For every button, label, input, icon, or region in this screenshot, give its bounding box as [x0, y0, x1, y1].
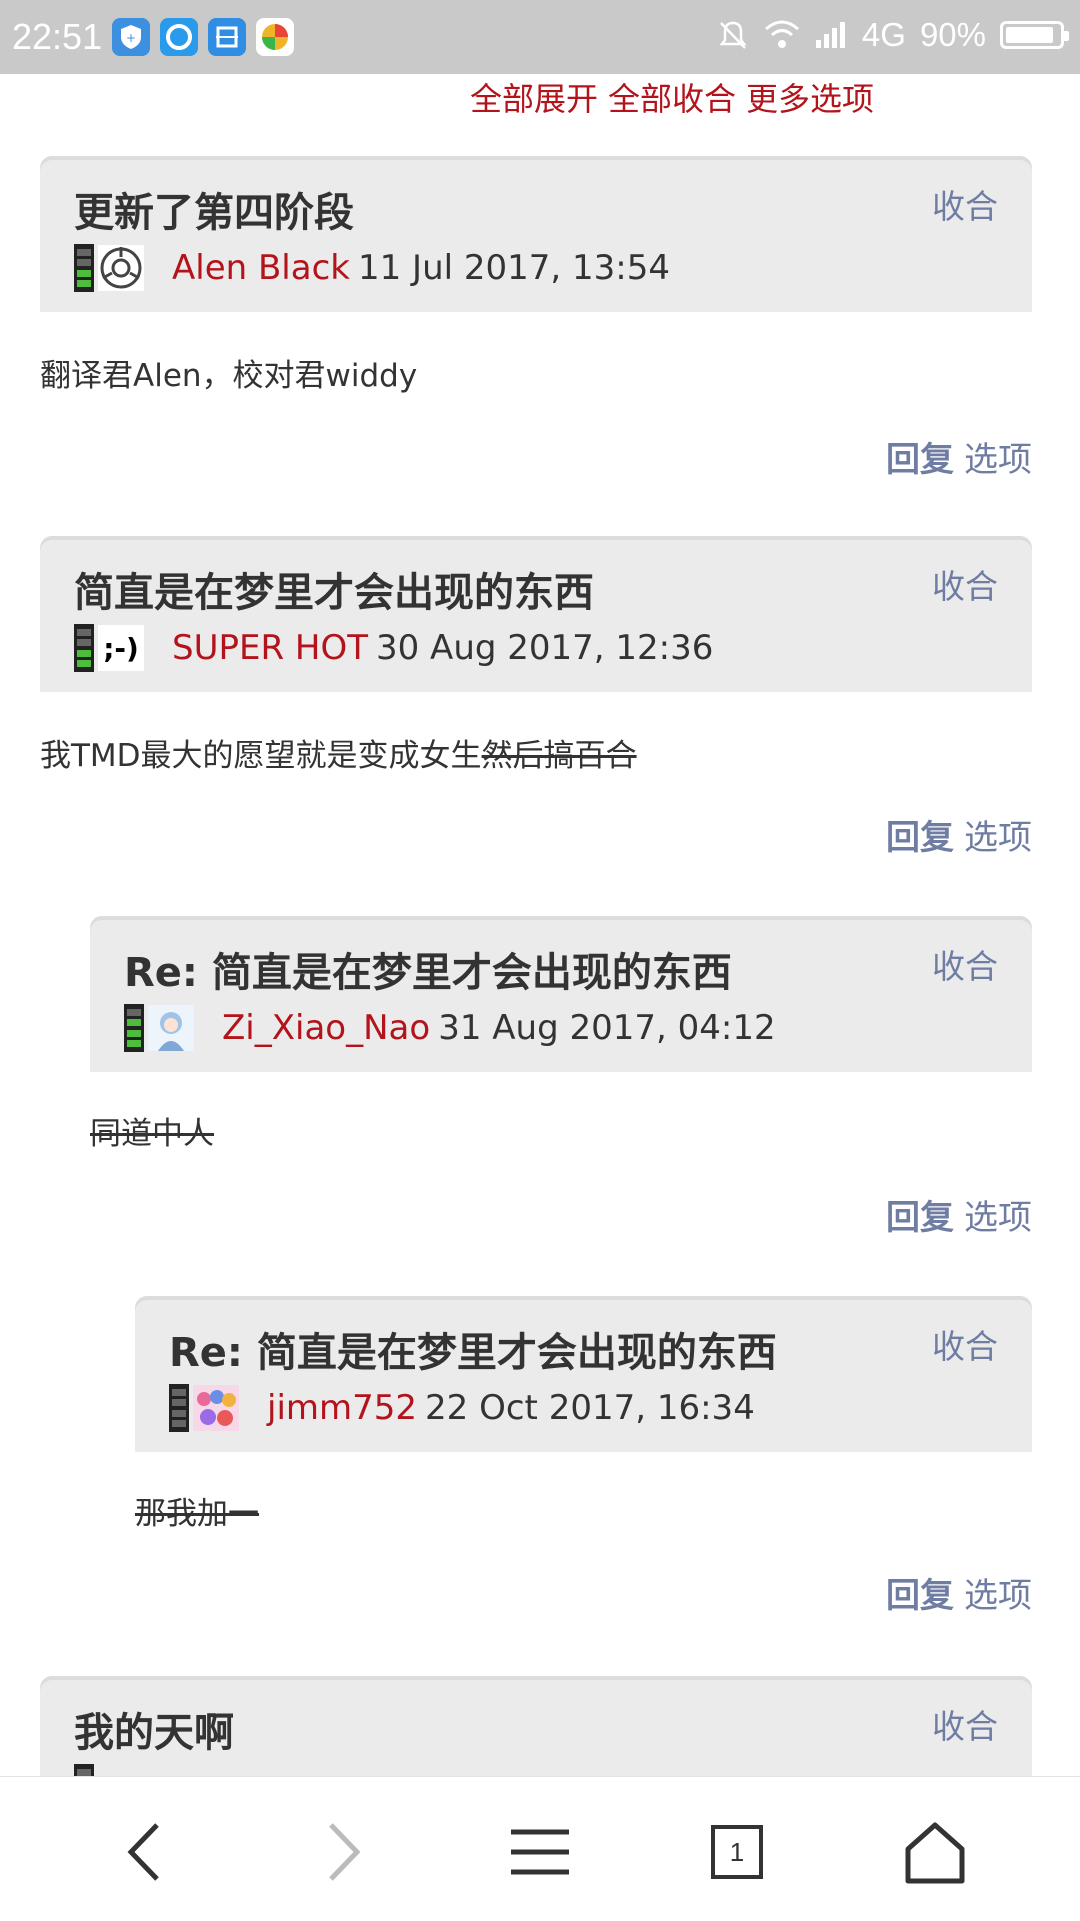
post-content: 我TMD最大的愿望就是变成女生然后搞百合 [40, 730, 637, 775]
post-actions: 回复 选项 [886, 1568, 1032, 1617]
options-button[interactable]: 选项 [964, 1576, 1032, 1616]
status-right: 4G 90% [716, 16, 1069, 54]
post-content: 那我加一 [135, 1488, 259, 1533]
post-header: 简直是在梦里才会出现的东西 收合 ;-) SUPER HOT 30 Aug 20… [40, 540, 1032, 692]
post-date: 30 Aug 2017, 12:36 [375, 628, 714, 668]
options-button[interactable]: 选项 [964, 440, 1032, 480]
back-arrow-icon[interactable] [100, 1807, 190, 1897]
post-title: Re: 简直是在梦里才会出现的东西 [169, 1330, 777, 1376]
post-actions: 回复 选项 [886, 432, 1032, 481]
post-date: 11 Jul 2017, 13:54 [357, 248, 670, 288]
signal-icon [815, 22, 845, 48]
post-3: Re: 简直是在梦里才会出现的东西 收合 Zi_Xiao_Nao 31 Aug … [90, 920, 1032, 1072]
expand-all-link[interactable]: 全部展开 [470, 80, 598, 118]
author-link[interactable]: jimm752 [267, 1388, 417, 1428]
status-time: 22:51 [12, 16, 103, 57]
reply-button[interactable]: 回复 [886, 818, 954, 858]
post-1: 更新了第四阶段 收合 Alen Black 11 Jul 2017, 13:54 [40, 160, 1032, 312]
mute-icon [719, 21, 747, 49]
forward-arrow-icon[interactable] [298, 1807, 388, 1897]
tabs-icon[interactable]: 1 [692, 1807, 782, 1897]
battery-fill [1006, 27, 1053, 43]
post-meta: Alen Black 11 Jul 2017, 13:54 [74, 244, 670, 292]
reply-button[interactable]: 回复 [886, 440, 954, 480]
post-title: Re: 简直是在梦里才会出现的东西 [124, 950, 732, 996]
post-header: Re: 简直是在梦里才会出现的东西 收合 Zi_Xiao_Nao 31 Aug … [90, 920, 1032, 1072]
collapse-button[interactable]: 收合 [932, 180, 998, 228]
post-header: Re: 简直是在梦里才会出现的东西 收合 jimm752 22 Oct 2017… [135, 1300, 1032, 1452]
network-label: 4G [861, 16, 906, 53]
scan-app-icon [208, 18, 246, 56]
svg-text:+: + [126, 31, 136, 45]
post-actions: 回复 选项 [886, 810, 1032, 859]
post-header: 更新了第四阶段 收合 Alen Black 11 Jul 2017, 13:54 [40, 160, 1032, 312]
post-date: 22 Oct 2017, 16:34 [425, 1388, 755, 1428]
collapse-button[interactable]: 收合 [932, 1320, 998, 1368]
post-title: 更新了第四阶段 [74, 190, 354, 236]
menu-icon[interactable] [495, 1807, 585, 1897]
bottom-navigation: 1 [0, 1776, 1080, 1921]
post-4: Re: 简直是在梦里才会出现的东西 收合 jimm752 22 Oct 2017… [135, 1300, 1032, 1452]
battery-icon [1000, 21, 1069, 49]
collapse-button[interactable]: 收合 [932, 1700, 998, 1748]
rank-bar-icon [74, 624, 94, 672]
collapse-button[interactable]: 收合 [932, 560, 998, 608]
post-date: 31 Aug 2017, 04:12 [438, 1008, 776, 1048]
collapse-all-link[interactable]: 全部收合 [608, 80, 736, 118]
post-title: 简直是在梦里才会出现的东西 [74, 570, 594, 616]
post-content: 同道中人 [90, 1108, 214, 1153]
author-link[interactable]: Zi_Xiao_Nao [222, 1008, 430, 1048]
circle-app-icon [160, 18, 198, 56]
content-text: 我TMD最大的愿望就是变成女生 [40, 738, 482, 774]
post-content: 翻译君Alen，校对君widdy [40, 358, 418, 394]
rank-bar-icon [124, 1004, 144, 1052]
shield-app-icon: + [112, 18, 150, 56]
rank-bar-icon [169, 1384, 189, 1432]
scp-logo-icon [98, 245, 144, 291]
post-2: 简直是在梦里才会出现的东西 收合 ;-) SUPER HOT 30 Aug 20… [40, 540, 1032, 692]
content-strikethrough: 同道中人 [90, 1116, 214, 1152]
wifi-icon [764, 20, 799, 48]
browser-app-icon [256, 18, 294, 56]
post-meta: Zi_Xiao_Nao 31 Aug 2017, 04:12 [124, 1004, 776, 1052]
thread-controls: 全部展开 全部收合 更多选项 [470, 74, 884, 120]
content-strikethrough: 然后搞百合 [481, 738, 637, 774]
author-link[interactable]: SUPER HOT [172, 628, 368, 668]
battery-percent: 90% [919, 16, 986, 53]
options-button[interactable]: 选项 [964, 818, 1032, 858]
tab-count: 1 [711, 1825, 763, 1879]
post-title: 我的天啊 [74, 1710, 234, 1756]
post-meta: ;-) SUPER HOT 30 Aug 2017, 12:36 [74, 624, 713, 672]
options-button[interactable]: 选项 [964, 1198, 1032, 1238]
author-link[interactable]: Alen Black [172, 248, 350, 288]
reply-button[interactable]: 回复 [886, 1576, 954, 1616]
anime-girl-avatar-icon [148, 1005, 194, 1051]
wink-face-icon: ;-) [98, 625, 144, 671]
content-strikethrough: 那我加一 [135, 1496, 259, 1532]
more-options-link[interactable]: 更多选项 [746, 80, 874, 118]
reply-button[interactable]: 回复 [886, 1198, 954, 1238]
collapse-button[interactable]: 收合 [932, 940, 998, 988]
group-avatar-icon [193, 1385, 239, 1431]
rank-bar-icon [74, 244, 94, 292]
post-actions: 回复 选项 [886, 1190, 1032, 1239]
status-bar: 22:51 + 4G 90% [0, 0, 1080, 74]
post-meta: jimm752 22 Oct 2017, 16:34 [169, 1384, 755, 1432]
home-icon[interactable] [890, 1807, 980, 1897]
